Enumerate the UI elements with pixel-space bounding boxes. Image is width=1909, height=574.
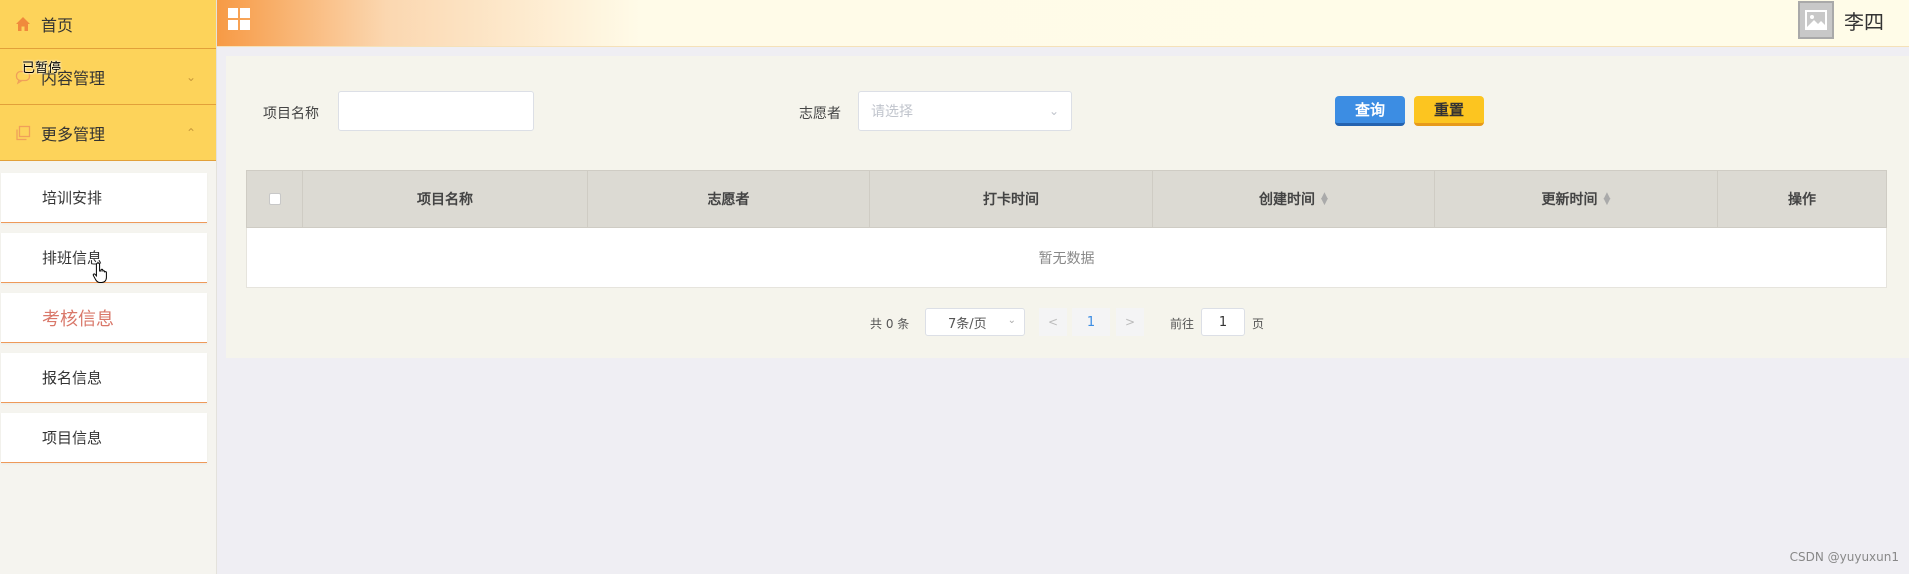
content-panel: 项目名称 志愿者 请选择 ⌄ 查询 重置 项目名称 志愿者 打卡时间 创建时间 ▲… — [226, 56, 1909, 358]
page-size-select[interactable]: 7条/页 ⌄ — [925, 308, 1025, 336]
goto-label: 前往 — [1170, 317, 1195, 331]
column-header-checkin-time: 打卡时间 — [870, 171, 1153, 227]
pagination-total: 共 0 条 — [870, 317, 910, 331]
home-icon — [15, 16, 31, 32]
column-header-label: 操作 — [1788, 192, 1816, 208]
select-all-checkbox[interactable] — [268, 193, 281, 205]
prev-page-button[interactable]: < — [1039, 308, 1067, 336]
page-number-current[interactable]: 1 — [1072, 308, 1110, 336]
image-placeholder-icon — [1805, 10, 1827, 30]
menu-home[interactable]: 首页 — [0, 0, 216, 49]
column-header-project-name: 项目名称 — [303, 171, 588, 227]
app-grid-icon[interactable] — [228, 8, 250, 30]
chevron-up-icon: ⌃ — [185, 125, 196, 140]
watermark: CSDN @yuyuxun1 — [1789, 550, 1899, 564]
data-table: 项目名称 志愿者 打卡时间 创建时间 ▲ ▼ 更新时间 ▲ ▼ 操作 暂无数据 — [246, 170, 1887, 288]
column-header-label: 更新时间 — [1541, 192, 1598, 208]
column-header-updated-time[interactable]: 更新时间 ▲ ▼ — [1435, 171, 1718, 227]
paused-overlay-label: 已暂停 — [22, 61, 62, 76]
query-button[interactable]: 查询 — [1335, 96, 1405, 126]
column-header-actions: 操作 — [1718, 171, 1886, 227]
volunteer-select[interactable]: 请选择 ⌄ — [858, 91, 1072, 131]
chevron-down-icon: ⌄ — [185, 69, 196, 84]
search-form: 项目名称 志愿者 请选择 ⌄ 查询 重置 — [226, 91, 1909, 131]
submenu-assessment-info[interactable]: 考核信息 — [1, 293, 207, 343]
reset-button[interactable]: 重置 — [1414, 96, 1484, 126]
table-header: 项目名称 志愿者 打卡时间 创建时间 ▲ ▼ 更新时间 ▲ ▼ 操作 — [246, 170, 1887, 228]
submenu-project-info[interactable]: 项目信息 — [1, 413, 207, 463]
top-header: 李四 — [217, 0, 1909, 47]
chevron-right-icon: > — [1124, 315, 1136, 329]
chevron-down-icon: ⌄ — [1007, 315, 1016, 326]
volunteer-select-placeholder: 请选择 — [871, 104, 913, 120]
goto-page-suffix: 页 — [1252, 317, 1265, 331]
submenu-item-label: 考核信息 — [42, 308, 114, 330]
sort-icon[interactable]: ▲ ▼ — [1321, 192, 1328, 207]
column-header-label: 打卡时间 — [983, 192, 1039, 208]
chevron-left-icon: < — [1047, 315, 1059, 329]
submenu-item-label: 培训安排 — [42, 189, 103, 207]
submenu-item-label: 报名信息 — [42, 369, 103, 387]
submenu-training-schedule[interactable]: 培训安排 — [1, 173, 207, 223]
column-header-created-time[interactable]: 创建时间 ▲ ▼ — [1153, 171, 1435, 227]
volunteer-label: 志愿者 — [799, 106, 841, 122]
chevron-down-icon: ⌄ — [1049, 104, 1060, 118]
copy-icon — [15, 125, 31, 141]
avatar[interactable] — [1798, 1, 1834, 39]
sort-icon[interactable]: ▲ ▼ — [1604, 192, 1611, 207]
username: 李四 — [1844, 9, 1884, 34]
column-header-label: 志愿者 — [707, 192, 750, 208]
pagination: 共 0 条 7条/页 ⌄ < 1 > 前往 1 页 — [226, 308, 1909, 336]
empty-text: 暂无数据 — [1038, 250, 1095, 267]
select-all-cell — [247, 171, 303, 227]
menu-home-label: 首页 — [41, 16, 74, 35]
column-header-volunteer: 志愿者 — [588, 171, 870, 227]
next-page-button[interactable]: > — [1116, 308, 1144, 336]
submenu-registration-info[interactable]: 报名信息 — [1, 353, 207, 403]
hand-cursor-icon — [92, 262, 107, 283]
menu-more-management-label: 更多管理 — [41, 124, 106, 144]
column-header-label: 创建时间 — [1259, 192, 1316, 208]
page-size-value: 7条/页 — [948, 316, 987, 332]
submenu-item-label: 项目信息 — [42, 429, 103, 447]
table-empty-row: 暂无数据 — [246, 228, 1887, 288]
sidebar: 首页 内容管理 ⌄ 更多管理 ⌃ 已暂停 培训安排 排班信息 考核信息 报名信息… — [0, 0, 217, 574]
user-menu[interactable]: 李四 — [1798, 0, 1884, 40]
project-name-input[interactable] — [338, 91, 534, 131]
project-name-label: 项目名称 — [263, 106, 319, 122]
column-header-label: 项目名称 — [417, 192, 473, 208]
menu-more-management[interactable]: 更多管理 ⌃ — [0, 105, 216, 161]
goto-page-input[interactable]: 1 — [1201, 308, 1245, 336]
submenu-list: 培训安排 排班信息 考核信息 报名信息 项目信息 — [0, 161, 216, 463]
